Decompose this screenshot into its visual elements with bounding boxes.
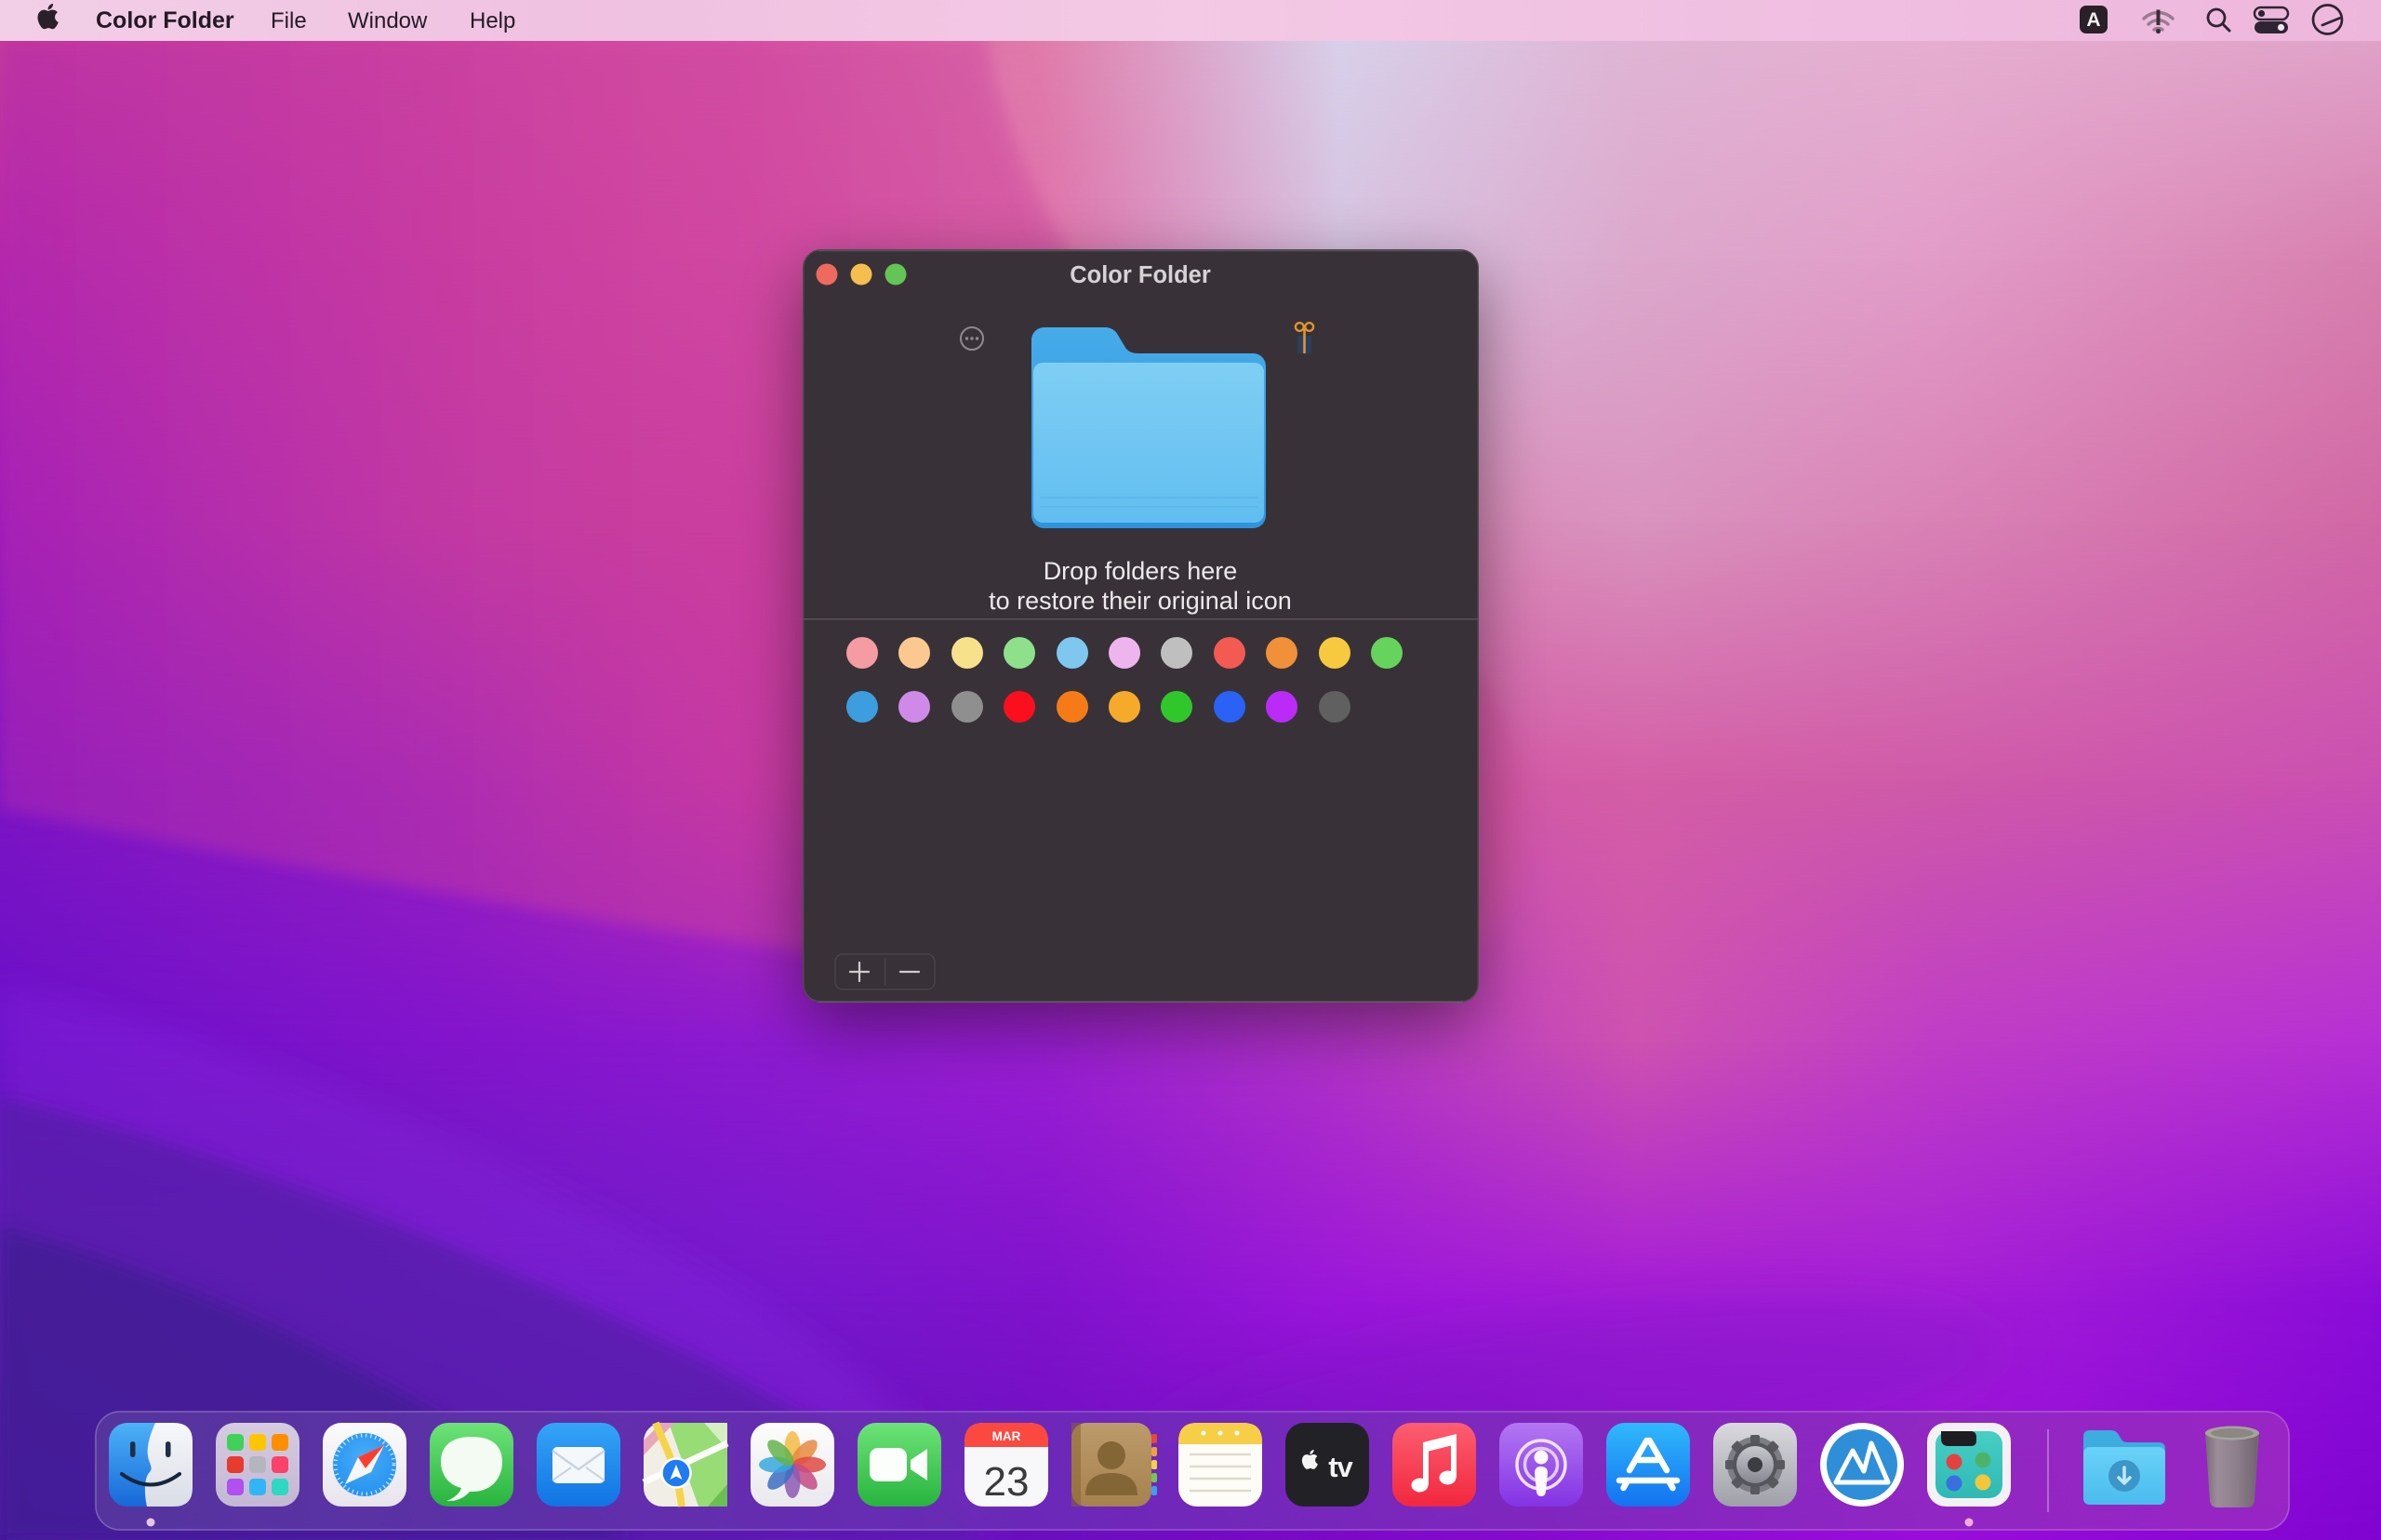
svg-text:tv: tv <box>1328 1451 1353 1483</box>
svg-text:MAR: MAR <box>992 1429 1021 1443</box>
svg-text:Drop folders here: Drop folders here <box>1044 557 1238 585</box>
svg-text:Window: Window <box>348 8 428 33</box>
svg-text:Help: Help <box>470 8 515 33</box>
svg-text:File: File <box>271 8 307 33</box>
svg-text:Color Folder: Color Folder <box>96 7 234 33</box>
svg-text:23: 23 <box>984 1459 1030 1505</box>
svg-text:to restore their original icon: to restore their original icon <box>989 587 1292 615</box>
svg-text:A: A <box>2086 9 2100 31</box>
svg-text:Color Folder: Color Folder <box>1070 262 1211 288</box>
